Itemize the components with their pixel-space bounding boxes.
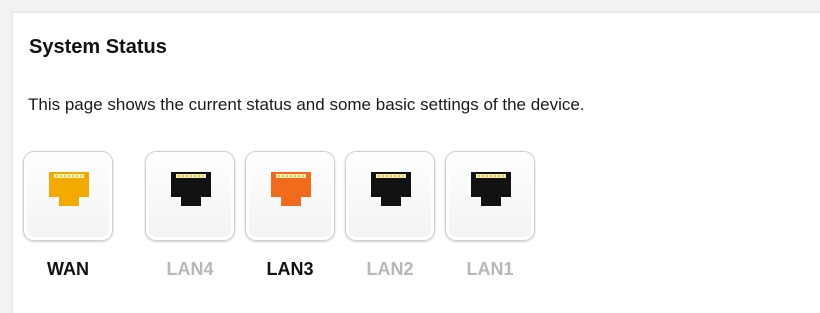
port-tile [145, 151, 235, 241]
ethernet-port-icon [271, 172, 311, 206]
port-lan4[interactable]: LAN4 [145, 151, 237, 286]
port-tile [245, 151, 335, 241]
port-tile [23, 151, 113, 241]
port-wan[interactable]: WAN [23, 151, 115, 286]
port-lan3[interactable]: LAN3 [245, 151, 337, 286]
system-status-panel: System Status This page shows the curren… [12, 12, 820, 313]
port-tile [345, 151, 435, 241]
port-label: LAN4 [166, 259, 214, 279]
port-label: LAN3 [266, 259, 314, 279]
ethernet-port-icon [471, 172, 511, 206]
port-tile [445, 151, 535, 241]
ethernet-port-icon [49, 172, 89, 206]
port-lan1[interactable]: LAN1 [445, 151, 537, 286]
page-title: System Status [29, 36, 167, 58]
port-label: LAN1 [466, 259, 514, 279]
ethernet-port-icon [371, 172, 411, 206]
ethernet-port-icon [171, 172, 211, 206]
page-description: This page shows the current status and s… [28, 95, 585, 114]
port-lan2[interactable]: LAN2 [345, 151, 437, 286]
port-label: LAN2 [366, 259, 414, 279]
port-label: WAN [47, 259, 89, 279]
